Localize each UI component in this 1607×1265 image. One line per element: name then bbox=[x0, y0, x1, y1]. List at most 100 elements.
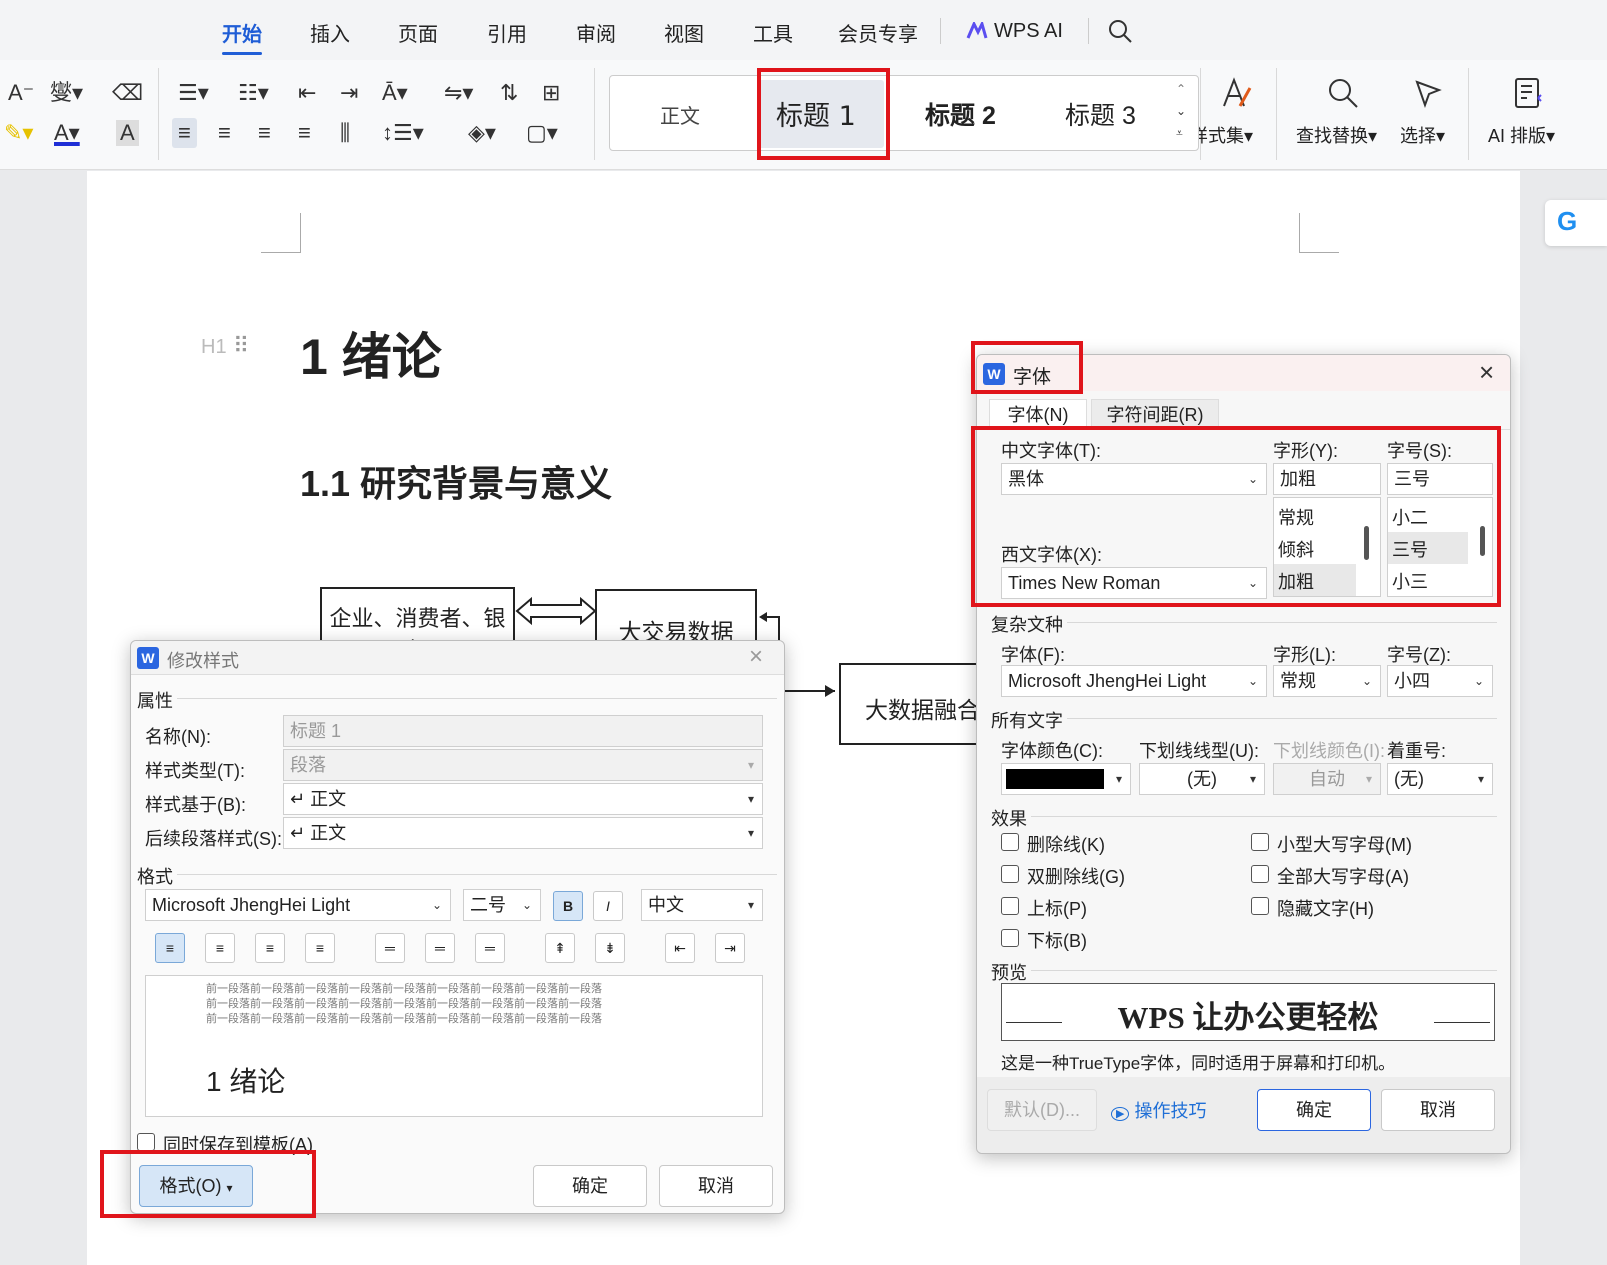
superscript-checkbox[interactable] bbox=[1001, 897, 1019, 915]
find-replace-button[interactable]: 查找替换▾ bbox=[1296, 122, 1377, 148]
language-select[interactable]: 中文 ▾ bbox=[641, 889, 763, 921]
eraser-icon[interactable]: ⌫ bbox=[112, 80, 143, 106]
next-style-value: ↵ 正文 bbox=[290, 823, 347, 843]
wps-ai-button[interactable]: WPS AI bbox=[966, 18, 1063, 44]
font-color-select[interactable]: ▾ bbox=[1001, 763, 1131, 795]
tab-char-spacing[interactable]: 字符间距(R) bbox=[1091, 399, 1219, 429]
next-style-select[interactable]: ↵ 正文 ▾ bbox=[283, 817, 763, 849]
style-preview-box: 前一段落前一段落前一段落前一段落前一段落前一段落前一段落前一段落前一段落 前一段落… bbox=[145, 975, 763, 1117]
gallery-expand-icon[interactable]: ⩡ bbox=[1176, 126, 1183, 141]
text-direction-icon[interactable]: Ā▾ bbox=[382, 80, 408, 106]
font-size-decrease-icon[interactable]: A⁻ bbox=[8, 80, 34, 106]
char-shading-icon[interactable]: A bbox=[116, 120, 139, 146]
align-left-icon[interactable]: ≡ bbox=[172, 118, 197, 148]
bullet-list-icon[interactable]: ☰▾ bbox=[178, 80, 209, 106]
ok-button[interactable]: 确定 bbox=[1257, 1089, 1371, 1131]
tab-review[interactable]: 审阅 bbox=[576, 18, 616, 47]
sort-icon[interactable]: ⇅ bbox=[500, 80, 518, 106]
based-on-select[interactable]: ↵ 正文 ▾ bbox=[283, 783, 763, 815]
italic-button[interactable]: I bbox=[593, 891, 623, 921]
double-spacing-button[interactable]: ═ bbox=[475, 933, 505, 963]
decrease-indent-button[interactable]: ⇤ bbox=[665, 933, 695, 963]
align-center-button[interactable]: ≡ bbox=[205, 933, 235, 963]
strikethrough-checkbox[interactable] bbox=[1001, 833, 1019, 851]
font-select[interactable]: Microsoft JhengHei Light ⌄ bbox=[145, 889, 451, 921]
style-normal[interactable]: 正文 bbox=[660, 100, 700, 129]
align-center-icon[interactable]: ≡ bbox=[218, 120, 231, 146]
tab-references[interactable]: 引用 bbox=[487, 18, 527, 47]
show-marks-icon[interactable]: ⊞ bbox=[542, 80, 560, 106]
heading-1[interactable]: 1 绪论 bbox=[300, 317, 442, 389]
type-label: 样式类型(T): bbox=[145, 761, 245, 781]
style-h2[interactable]: 标题 2 bbox=[925, 96, 996, 132]
align-left-button[interactable]: ≡ bbox=[155, 933, 185, 963]
heading-2[interactable]: 1.1 研究背景与意义 bbox=[300, 455, 612, 507]
underline-style-label: 下划线线型(U): bbox=[1139, 741, 1259, 761]
font-color-icon[interactable]: A▾ bbox=[54, 120, 80, 146]
tab-tools[interactable]: 工具 bbox=[753, 18, 793, 47]
align-right-icon[interactable]: ≡ bbox=[258, 120, 271, 146]
bold-button[interactable]: B bbox=[553, 891, 583, 921]
increase-indent-icon[interactable]: ⇥ bbox=[340, 80, 358, 106]
side-assistant-button[interactable]: G bbox=[1545, 200, 1607, 246]
tab-view[interactable]: 视图 bbox=[664, 18, 704, 47]
borders-icon[interactable]: ▢▾ bbox=[526, 120, 558, 146]
close-icon[interactable]: × bbox=[749, 643, 763, 671]
search-icon[interactable] bbox=[1107, 18, 1133, 44]
gallery-up-icon[interactable]: ⌃ bbox=[1176, 82, 1186, 96]
phonetic-guide-icon[interactable]: 燮▾ bbox=[50, 80, 83, 106]
small-caps-checkbox[interactable] bbox=[1251, 833, 1269, 851]
underline-color-value: 自动 bbox=[1309, 769, 1345, 789]
tab-home[interactable]: 开始 bbox=[222, 18, 262, 55]
underline-style-select[interactable]: (无) ▾ bbox=[1139, 763, 1265, 795]
one-half-spacing-button[interactable]: ═ bbox=[425, 933, 455, 963]
single-spacing-button[interactable]: ═ bbox=[375, 933, 405, 963]
line-spacing-icon[interactable]: ↕☰▾ bbox=[382, 120, 424, 146]
complex-font-select[interactable]: Microsoft JhengHei Light ⌄ bbox=[1001, 665, 1267, 697]
style-set-button[interactable]: 样式集▾ bbox=[1190, 122, 1253, 148]
justify-button[interactable]: ≡ bbox=[305, 933, 335, 963]
close-icon[interactable]: × bbox=[1479, 357, 1494, 388]
space-after-button[interactable]: ⇟ bbox=[595, 933, 625, 963]
style-h3[interactable]: 标题 3 bbox=[1065, 96, 1136, 132]
cancel-button[interactable]: 取消 bbox=[1381, 1089, 1495, 1131]
divider bbox=[177, 874, 777, 875]
shading-icon[interactable]: ◈▾ bbox=[468, 120, 496, 146]
double-strikethrough-checkbox[interactable] bbox=[1001, 865, 1019, 883]
hidden-text-checkbox[interactable] bbox=[1251, 897, 1269, 915]
tab-font[interactable]: 字体(N) bbox=[989, 399, 1087, 429]
distributed-icon[interactable]: ⫼ bbox=[340, 120, 350, 146]
tab-insert[interactable]: 插入 bbox=[310, 18, 350, 47]
format-section-label: 格式 bbox=[137, 867, 173, 887]
highlight-icon[interactable]: ✎▾ bbox=[4, 120, 33, 146]
gallery-down-icon[interactable]: ⌄ bbox=[1176, 104, 1186, 118]
numbered-list-icon[interactable]: ☷▾ bbox=[238, 80, 269, 106]
tips-link[interactable]: ▶ 操作技巧 bbox=[1111, 1097, 1206, 1123]
size-select[interactable]: 二号 ⌄ bbox=[463, 889, 541, 921]
save-to-template-checkbox[interactable] bbox=[137, 1133, 155, 1151]
space-before-button[interactable]: ⇞ bbox=[545, 933, 575, 963]
cancel-button[interactable]: 取消 bbox=[659, 1165, 773, 1207]
decrease-indent-icon[interactable]: ⇤ bbox=[298, 80, 316, 106]
tab-page[interactable]: 页面 bbox=[398, 18, 438, 47]
ok-button[interactable]: 确定 bbox=[533, 1165, 647, 1207]
emphasis-select[interactable]: (无) ▾ bbox=[1387, 763, 1493, 795]
complex-size-select[interactable]: 小四 ⌄ bbox=[1387, 665, 1493, 697]
all-caps-checkbox[interactable] bbox=[1251, 865, 1269, 883]
default-button[interactable]: 默认(D)... bbox=[987, 1089, 1097, 1131]
align-right-button[interactable]: ≡ bbox=[255, 933, 285, 963]
complex-style-select[interactable]: 常规 ⌄ bbox=[1273, 665, 1381, 697]
select-button[interactable]: 选择▾ bbox=[1400, 122, 1445, 148]
name-label: 名称(N): bbox=[145, 727, 211, 747]
type-select[interactable]: 段落 ▾ bbox=[283, 749, 763, 781]
ai-layout-button[interactable]: AI 排版▾ bbox=[1488, 122, 1555, 148]
underline-color-select[interactable]: 自动 ▾ bbox=[1273, 763, 1381, 795]
divider bbox=[1067, 718, 1497, 719]
increase-indent-button[interactable]: ⇥ bbox=[715, 933, 745, 963]
drag-handle-icon[interactable]: ⠿ bbox=[233, 333, 249, 359]
tab-membership[interactable]: 会员专享 bbox=[838, 18, 918, 47]
name-field[interactable]: 标题 1 bbox=[283, 715, 763, 747]
sort-chinese-icon[interactable]: ⇋▾ bbox=[444, 80, 473, 106]
justify-icon[interactable]: ≡ bbox=[298, 120, 311, 146]
subscript-checkbox[interactable] bbox=[1001, 929, 1019, 947]
